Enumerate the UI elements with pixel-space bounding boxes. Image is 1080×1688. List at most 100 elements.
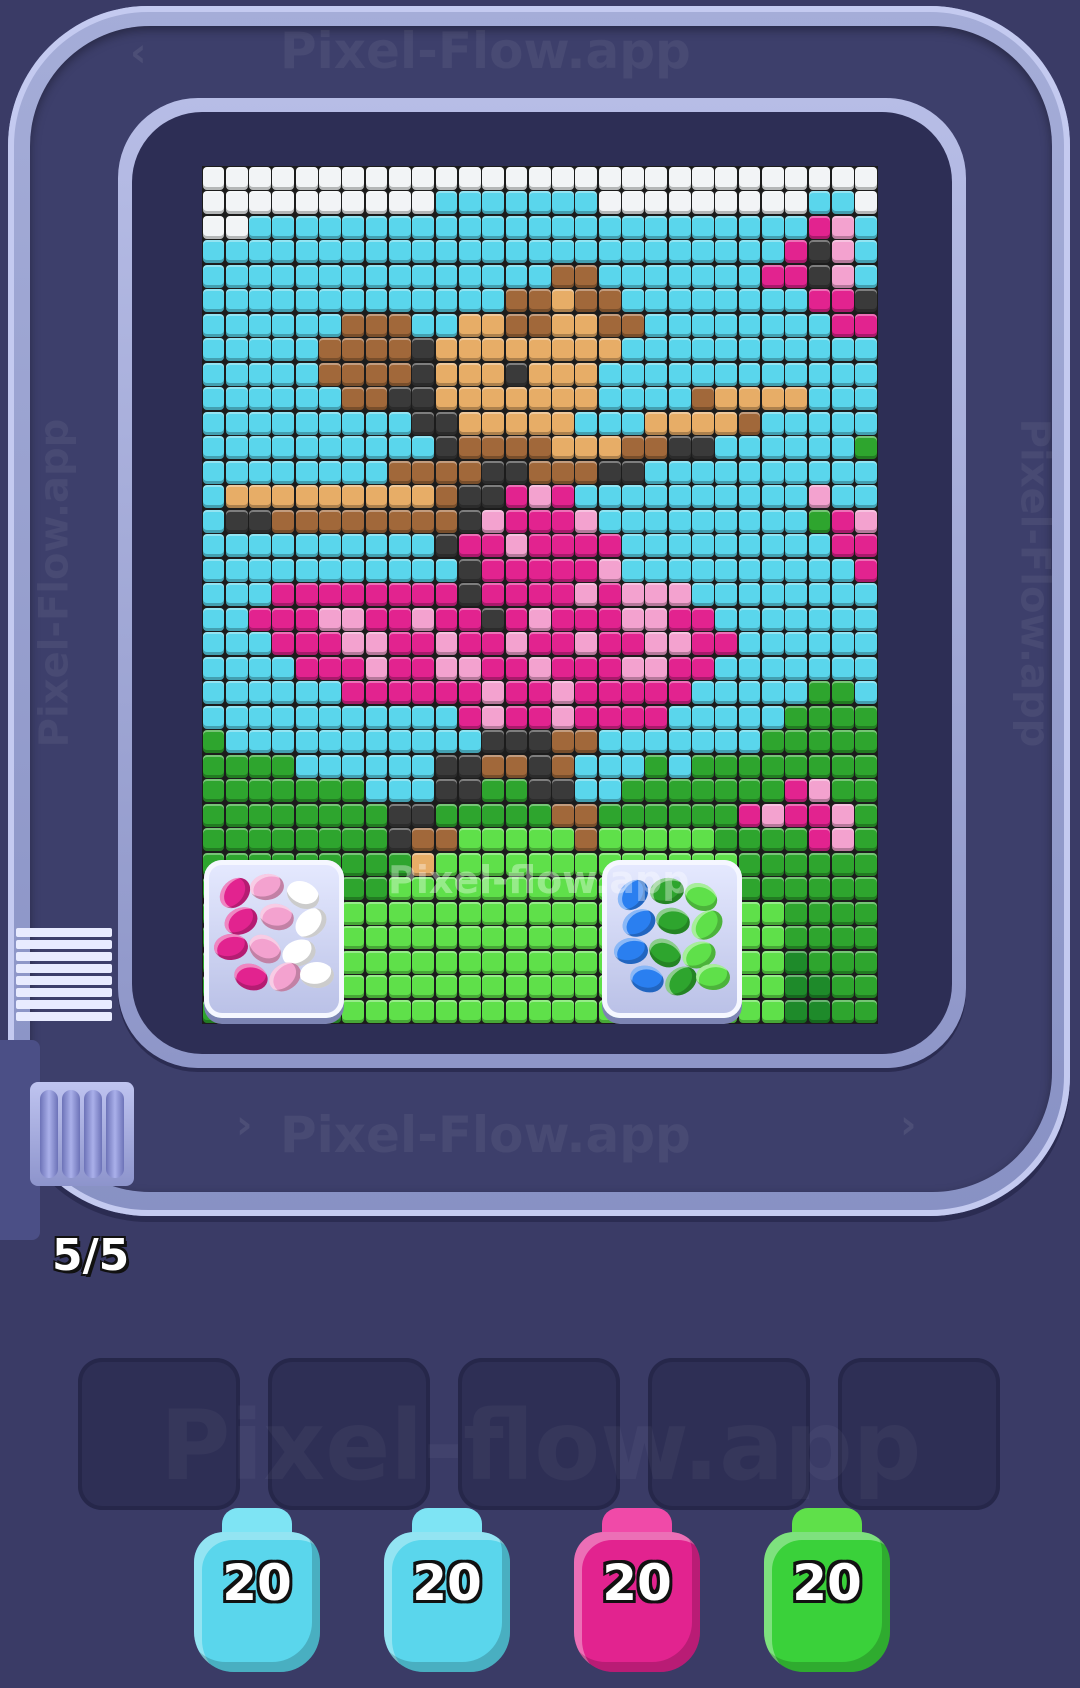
pixel-cell bbox=[622, 191, 644, 214]
shooter-magenta[interactable]: 20 bbox=[574, 1508, 700, 1688]
pixel-cell bbox=[342, 877, 365, 901]
pixel-cell bbox=[505, 607, 528, 631]
pixel-cell bbox=[808, 436, 831, 460]
pixel-cell bbox=[575, 411, 598, 435]
pixel-cell bbox=[552, 338, 574, 362]
pixel-cell bbox=[202, 509, 225, 533]
pixel-cell bbox=[412, 362, 435, 386]
pixel-cell bbox=[365, 607, 388, 631]
shooter-count: 20 bbox=[602, 1554, 672, 1612]
pixel-cell bbox=[272, 240, 295, 264]
pixel-cell bbox=[225, 803, 248, 827]
pixel-cell bbox=[342, 754, 365, 778]
pixel-cell bbox=[808, 803, 831, 827]
slot-5[interactable] bbox=[838, 1358, 1000, 1510]
pixel-cell bbox=[528, 730, 551, 754]
pixel-cell bbox=[598, 436, 621, 460]
pixel-cell bbox=[808, 852, 831, 876]
pixel-cell bbox=[388, 950, 411, 974]
bean bbox=[613, 937, 649, 965]
pixel-cell bbox=[365, 705, 388, 729]
pixel-cell bbox=[342, 583, 365, 607]
pixel-cell bbox=[225, 583, 248, 607]
pixel-cell bbox=[458, 901, 481, 925]
pixel-cell bbox=[692, 509, 714, 533]
pixel-cell bbox=[458, 240, 481, 264]
pixel-cell bbox=[761, 583, 784, 607]
pixel-cell bbox=[598, 509, 621, 533]
pixel-cell bbox=[295, 534, 318, 558]
pixel-cell bbox=[225, 485, 248, 509]
pixel-cell bbox=[692, 705, 714, 729]
pixel-cell bbox=[202, 730, 225, 754]
pixel-cell bbox=[435, 999, 458, 1023]
pixel-cell bbox=[668, 779, 691, 803]
pixel-cell bbox=[528, 779, 551, 803]
pixel-cell bbox=[645, 485, 668, 509]
pixel-cell bbox=[575, 313, 598, 337]
pixel-cell bbox=[388, 999, 411, 1023]
pixel-cell bbox=[668, 730, 691, 754]
pixel-cell bbox=[342, 338, 365, 362]
pixel-cell bbox=[249, 313, 271, 337]
slot-4[interactable] bbox=[648, 1358, 810, 1510]
pixel-cell bbox=[342, 166, 365, 190]
bin-pink[interactable] bbox=[204, 860, 344, 1018]
pixel-cell bbox=[831, 828, 854, 852]
pixel-cell bbox=[295, 730, 318, 754]
pixel-cell bbox=[598, 362, 621, 386]
pixel-cell bbox=[668, 289, 691, 313]
pixel-cell bbox=[225, 387, 248, 411]
pixel-cell bbox=[295, 485, 318, 509]
pixel-cell bbox=[575, 656, 598, 680]
pixel-cell bbox=[692, 411, 714, 435]
pixel-cell bbox=[365, 362, 388, 386]
pixel-cell bbox=[342, 460, 365, 484]
pixel-cell bbox=[668, 509, 691, 533]
shooter-green[interactable]: 20 bbox=[764, 1508, 890, 1688]
pixel-cell bbox=[388, 681, 411, 705]
pixel-cell bbox=[319, 460, 341, 484]
pixel-cell bbox=[855, 558, 877, 582]
track-stripes bbox=[16, 928, 112, 1028]
pixel-cell bbox=[692, 166, 714, 190]
pixel-cell bbox=[458, 926, 481, 950]
pixel-cell bbox=[528, 558, 551, 582]
pixel-cell bbox=[622, 215, 644, 239]
pixel-cell bbox=[412, 387, 435, 411]
pixel-cell bbox=[482, 362, 505, 386]
pixel-cell bbox=[528, 999, 551, 1023]
pixel-cell bbox=[365, 950, 388, 974]
pixel-cell bbox=[319, 534, 341, 558]
slot-1[interactable] bbox=[78, 1358, 240, 1510]
pixel-cell bbox=[458, 509, 481, 533]
pixel-cell bbox=[692, 803, 714, 827]
pixel-cell bbox=[412, 828, 435, 852]
pixel-cell bbox=[365, 534, 388, 558]
pixel-cell bbox=[482, 656, 505, 680]
pixel-cell bbox=[622, 828, 644, 852]
pixel-cell bbox=[645, 240, 668, 264]
pixel-cell bbox=[249, 558, 271, 582]
pixel-cell bbox=[855, 166, 877, 190]
shooter-cyan[interactable]: 20 bbox=[194, 1508, 320, 1688]
shooter-cyan[interactable]: 20 bbox=[384, 1508, 510, 1688]
pixel-cell bbox=[761, 705, 784, 729]
pixel-cell bbox=[272, 828, 295, 852]
pixel-cell bbox=[575, 460, 598, 484]
pixel-cell bbox=[482, 681, 505, 705]
slot-2[interactable] bbox=[268, 1358, 430, 1510]
pixel-cell bbox=[808, 828, 831, 852]
pixel-cell bbox=[738, 485, 761, 509]
pixel-cell bbox=[435, 803, 458, 827]
pixel-cell bbox=[622, 338, 644, 362]
slot-3[interactable] bbox=[458, 1358, 620, 1510]
pixel-cell bbox=[365, 926, 388, 950]
pixel-cell bbox=[412, 534, 435, 558]
pixel-cell bbox=[365, 828, 388, 852]
pixel-cell bbox=[808, 289, 831, 313]
pixel-cell bbox=[575, 485, 598, 509]
pixel-cell bbox=[342, 485, 365, 509]
pixel-cell bbox=[785, 509, 808, 533]
pixel-cell bbox=[761, 975, 784, 999]
